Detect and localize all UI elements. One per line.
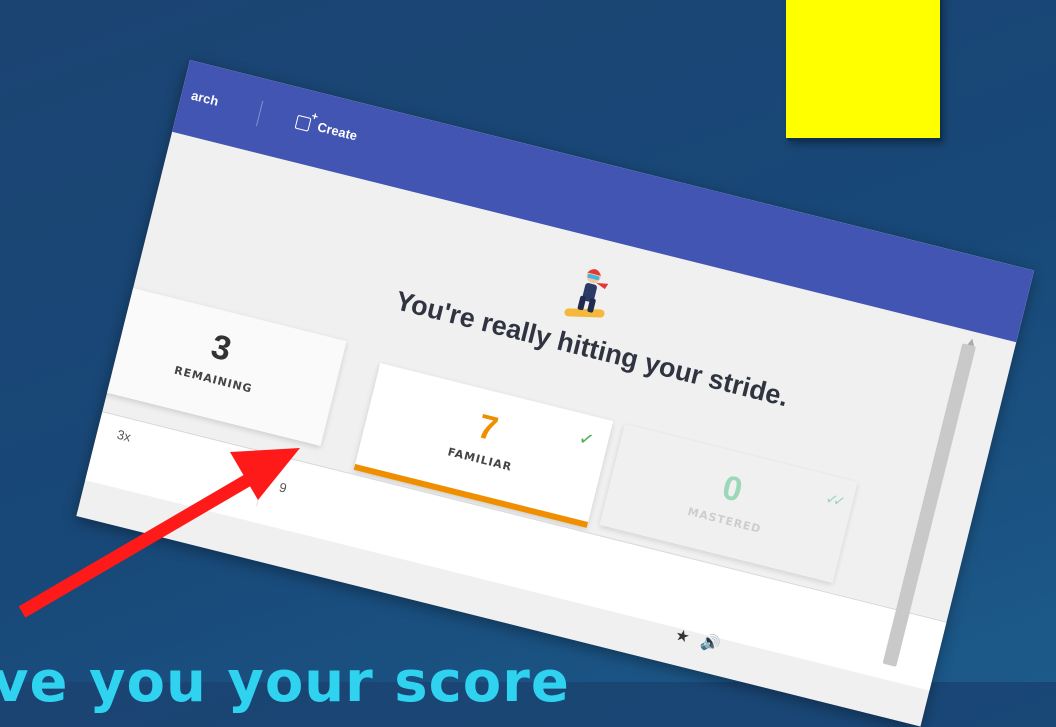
red-arrow-icon	[18, 448, 300, 618]
caption-text: ve you your score	[0, 650, 570, 715]
